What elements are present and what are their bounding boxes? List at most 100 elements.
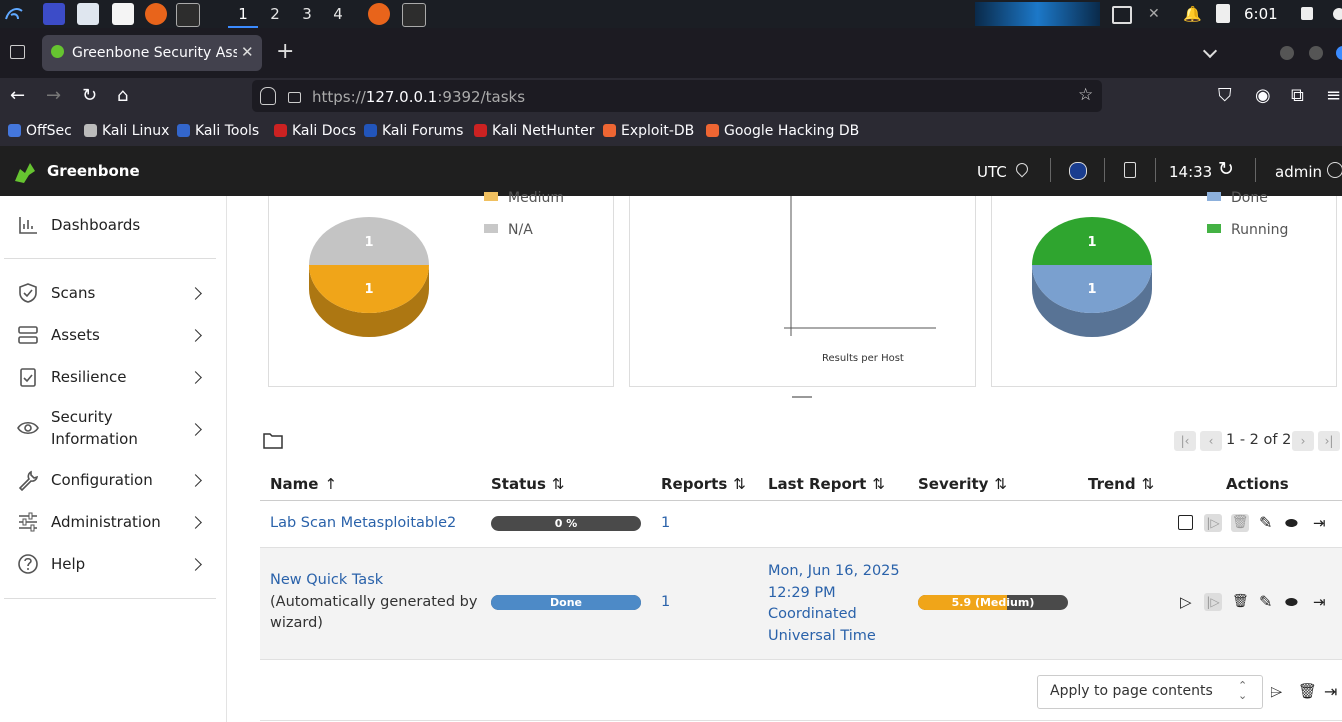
url-bar[interactable]: https://127.0.0.1:9392/tasks ☆ (252, 80, 1102, 112)
tab-overview-icon[interactable] (10, 45, 25, 59)
sidebar-item-dashboards[interactable]: Dashboards (0, 214, 217, 236)
desktop-icon[interactable] (43, 3, 65, 25)
text-editor-icon[interactable] (112, 3, 134, 25)
trash-icon[interactable]: 🗑 (1298, 682, 1317, 700)
bookmark-exploit-db[interactable]: Exploit-DB (603, 123, 694, 139)
file-manager-icon[interactable] (77, 3, 99, 25)
lock-icon[interactable] (1301, 7, 1313, 20)
column-header-name[interactable]: Name ↑ (270, 475, 337, 493)
manual-icon[interactable] (1124, 162, 1136, 178)
last-page-icon[interactable]: ›| (1318, 431, 1340, 451)
workspace-1[interactable]: 1 (228, 0, 258, 28)
list-tabs-icon[interactable] (1202, 43, 1218, 59)
bookmark-star-icon[interactable]: ☆ (1078, 85, 1093, 105)
folder-icon[interactable] (263, 432, 283, 449)
sidebar-item-scans[interactable]: Scans (0, 282, 217, 304)
edit-icon[interactable]: ✎ (1259, 593, 1277, 611)
terminal-window-icon[interactable] (402, 3, 426, 27)
first-page-icon[interactable]: |‹ (1174, 431, 1196, 451)
power-icon[interactable] (1333, 8, 1342, 20)
sidebar-item-security-information[interactable]: Security Information (0, 406, 217, 452)
browser-tab[interactable]: Greenbone Security Assistant ✕ (42, 35, 262, 71)
maximize-icon[interactable] (1309, 46, 1323, 60)
firefox-icon[interactable] (145, 3, 167, 25)
terminal-icon[interactable] (176, 3, 200, 27)
bookmark-offsec[interactable]: OffSec (8, 123, 72, 139)
lock-icon[interactable] (288, 92, 301, 103)
user-icon[interactable] (1327, 162, 1342, 178)
close-tab-icon[interactable]: ✕ (241, 43, 254, 61)
new-tab-icon[interactable]: + (276, 39, 294, 64)
home-icon[interactable]: ⌂ (117, 85, 128, 106)
workspace-4[interactable]: 4 (323, 0, 353, 28)
bookmark-kali-linux[interactable]: Kali Linux (84, 123, 169, 139)
reports-count-link[interactable]: 1 (661, 515, 670, 531)
column-header-severity[interactable]: Severity ⇅ (918, 475, 1007, 493)
column-header-reports[interactable]: Reports ⇅ (661, 475, 746, 493)
export-icon[interactable]: ⇥ (1313, 593, 1331, 611)
last-report-link[interactable]: Mon, Jun 16, 2025 12:29 PM Coordinated U… (768, 561, 900, 647)
uk-flag-icon[interactable] (1069, 162, 1087, 180)
firefox-window-icon[interactable] (368, 3, 390, 25)
location-icon[interactable] (1013, 160, 1031, 178)
apply-to-select[interactable]: Apply to page contents ⌃ ⌄ (1037, 675, 1263, 709)
clone-icon[interactable]: ⬬ (1285, 593, 1303, 611)
resume-icon[interactable]: |▷ (1204, 593, 1222, 611)
workspace-2[interactable]: 2 (260, 0, 290, 28)
export-icon[interactable]: ⇥ (1324, 682, 1337, 701)
shield-icon[interactable] (260, 87, 276, 105)
start-icon[interactable]: ▷ (1180, 593, 1198, 611)
mute-icon[interactable]: ✕ (1148, 6, 1164, 22)
sidebar-item-assets[interactable]: Assets (0, 324, 217, 346)
menu-icon[interactable]: ≡ (1326, 85, 1341, 106)
tag-icon[interactable]: ⌲ (1270, 682, 1282, 702)
next-page-icon[interactable]: › (1292, 431, 1314, 451)
bookmark-kali-tools[interactable]: Kali Tools (177, 123, 259, 139)
column-header-last-report[interactable]: Last Report ⇅ (768, 475, 885, 493)
column-header-status[interactable]: Status ⇅ (491, 475, 564, 493)
legend-item-running[interactable]: Running (1207, 222, 1288, 238)
user-name[interactable]: admin (1275, 163, 1322, 181)
bookmark-kali-nethunter[interactable]: Kali NetHunter (474, 123, 594, 139)
export-icon[interactable]: ⇥ (1313, 514, 1331, 532)
clone-icon[interactable]: ⬬ (1285, 514, 1303, 532)
legend-item-medium[interactable]: Medium (484, 190, 564, 206)
brand-name[interactable]: Greenbone (47, 162, 140, 180)
refresh-icon[interactable]: ↻ (1218, 158, 1234, 180)
stop-icon[interactable] (1178, 515, 1193, 530)
workspace-3[interactable]: 3 (292, 0, 322, 28)
task-name-link[interactable]: New Quick Task (270, 572, 383, 588)
battery-icon[interactable] (1216, 4, 1230, 23)
bell-icon[interactable]: 🔔 (1183, 5, 1202, 23)
dashboard-resize-handle[interactable] (792, 396, 812, 398)
display-icon[interactable] (1112, 6, 1132, 24)
legend-item-na[interactable]: N/A (484, 222, 533, 238)
bookmark-kali-docs[interactable]: Kali Docs (274, 123, 356, 139)
close-window-icon[interactable] (1336, 46, 1342, 60)
resume-icon[interactable]: |▷ (1204, 514, 1222, 532)
legend-item-done[interactable]: Done (1207, 190, 1268, 206)
sidebar-item-configuration[interactable]: Configuration (0, 469, 217, 491)
taskbar-clock[interactable]: 6:01 (1244, 0, 1278, 28)
sidebar-item-help[interactable]: Help (0, 553, 217, 575)
column-header-trend[interactable]: Trend ⇅ (1088, 475, 1154, 493)
account-icon[interactable]: ◉ (1255, 85, 1271, 106)
bookmark-google-hacking-db[interactable]: Google Hacking DB (706, 123, 859, 139)
sidebar-item-administration[interactable]: Administration (0, 511, 217, 533)
edit-icon[interactable]: ✎ (1259, 514, 1277, 532)
pocket-icon[interactable]: ⛉ (1218, 85, 1232, 106)
bookmark-kali-forums[interactable]: Kali Forums (364, 123, 463, 139)
reports-count-link[interactable]: 1 (661, 594, 670, 610)
sidebar-item-resilience[interactable]: Resilience (0, 366, 217, 388)
forward-icon[interactable]: → (46, 85, 61, 106)
extensions-icon[interactable]: ⧉ (1291, 85, 1304, 106)
trash-icon[interactable]: 🗑 (1231, 514, 1249, 532)
kali-menu-icon[interactable] (3, 3, 25, 25)
back-icon[interactable]: ← (10, 85, 25, 106)
trash-icon[interactable]: 🗑 (1232, 593, 1250, 611)
reload-icon[interactable]: ↻ (82, 85, 97, 106)
task-name-link[interactable]: Lab Scan Metasploitable2 (270, 515, 456, 531)
minimize-icon[interactable] (1280, 46, 1294, 60)
greenbone-logo-icon[interactable] (12, 159, 38, 185)
previous-page-icon[interactable]: ‹ (1200, 431, 1222, 451)
